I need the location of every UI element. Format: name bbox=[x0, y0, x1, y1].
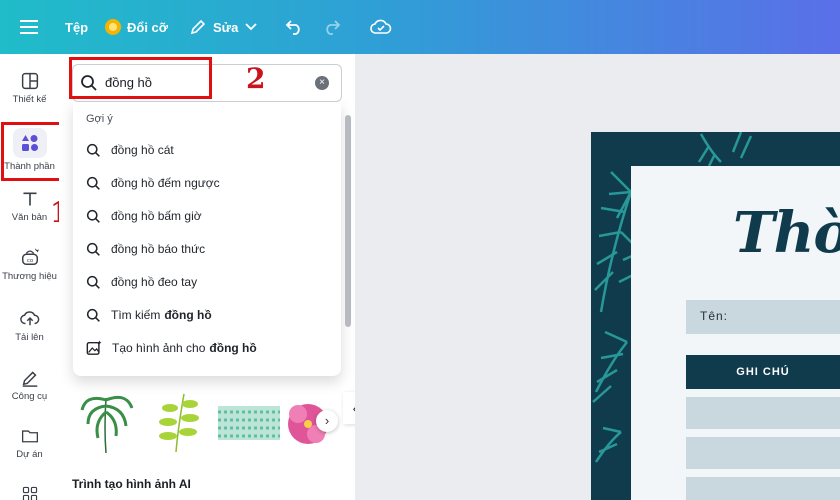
edit-label: Sửa bbox=[213, 19, 239, 35]
clear-search-button[interactable]: × bbox=[315, 76, 329, 90]
menu-button[interactable] bbox=[20, 0, 40, 54]
ai-image-icon bbox=[86, 340, 102, 355]
resize-button[interactable]: Đổi cỡ bbox=[105, 0, 168, 54]
design-notes-line[interactable] bbox=[686, 397, 840, 429]
rail-item-design[interactable]: Thiết kế bbox=[0, 72, 59, 105]
draw-tools-icon bbox=[22, 371, 37, 387]
undo-icon bbox=[285, 20, 300, 35]
search-icon bbox=[86, 209, 100, 223]
redo-button[interactable] bbox=[323, 0, 341, 54]
design-notes-line[interactable] bbox=[686, 437, 840, 469]
design-notes-header[interactable]: GHI CHÚ bbox=[686, 355, 840, 389]
suggestion-label: đồng hồ cát bbox=[111, 143, 174, 157]
suggestion-item[interactable]: đồng hồ báo thức bbox=[86, 239, 205, 259]
svg-text:co: co bbox=[26, 258, 33, 264]
palm-leaf-thumbnail[interactable] bbox=[80, 395, 134, 454]
rail-item-label: Công cụ bbox=[11, 391, 48, 402]
text-icon bbox=[22, 192, 37, 206]
suggestion-label: đồng hồ đeo tay bbox=[111, 275, 198, 289]
suggestion-item[interactable]: đồng hồ đếm ngược bbox=[86, 173, 220, 193]
dropdown-scrollbar[interactable] bbox=[345, 115, 351, 327]
suggestion-label: đồng hồ đếm ngược bbox=[111, 176, 220, 190]
apps-grid-icon bbox=[22, 486, 37, 500]
pencil-icon bbox=[190, 19, 206, 35]
save-status-button[interactable] bbox=[370, 0, 392, 54]
layout-icon bbox=[21, 72, 38, 90]
search-for-prefix: Tìm kiếm bbox=[111, 308, 161, 322]
chevron-right-icon: › bbox=[324, 413, 330, 428]
file-menu-button[interactable]: Tệp bbox=[65, 0, 88, 54]
folder-icon bbox=[21, 430, 38, 443]
resize-label: Đổi cỡ bbox=[127, 19, 169, 35]
search-icon bbox=[86, 143, 100, 157]
search-for-term: đồng hồ bbox=[164, 308, 212, 322]
design-title[interactable]: Thời bbox=[733, 200, 840, 266]
suggestion-item[interactable]: đồng hồ đeo tay bbox=[86, 272, 197, 292]
thumbnails-next-button[interactable]: › bbox=[316, 410, 338, 432]
close-icon: × bbox=[319, 77, 325, 88]
rail-item-label: Thiết kế bbox=[12, 94, 47, 105]
rail-item-uploads[interactable]: Tải lên bbox=[0, 308, 59, 343]
rail-item-apps[interactable] bbox=[0, 486, 59, 500]
rail-item-label: Thương hiệu bbox=[2, 271, 57, 282]
annotation-box-step-1 bbox=[1, 122, 67, 181]
search-icon bbox=[86, 275, 100, 289]
cloud-check-icon bbox=[370, 19, 392, 34]
rail-item-projects[interactable]: Dự án bbox=[0, 427, 59, 460]
upload-cloud-icon bbox=[19, 311, 39, 326]
rail-item-tools[interactable]: Công cụ bbox=[0, 367, 59, 402]
edit-menu-button[interactable]: Sửa bbox=[190, 0, 257, 54]
suggestion-label: đồng hồ bấm giờ bbox=[111, 209, 202, 223]
suggestion-item[interactable]: đồng hồ bấm giờ bbox=[86, 206, 202, 226]
undo-button[interactable] bbox=[285, 0, 303, 54]
top-toolbar: Tệp Đổi cỡ Sửa bbox=[0, 0, 840, 54]
hamburger-icon bbox=[20, 20, 38, 34]
annotation-box-step-2 bbox=[69, 57, 212, 99]
suggestion-label: đồng hồ báo thức bbox=[111, 242, 206, 256]
search-icon bbox=[86, 176, 100, 190]
pattern-banner-thumbnail[interactable] bbox=[218, 406, 280, 440]
suggestion-item[interactable]: đồng hồ cát bbox=[86, 140, 174, 160]
ai-image-generator-heading: Trình tạo hình ảnh AI bbox=[72, 477, 191, 491]
rail-item-brand[interactable]: co Thương hiệu bbox=[0, 247, 59, 282]
design-notes-line[interactable] bbox=[686, 477, 840, 500]
search-icon bbox=[86, 242, 100, 256]
search-icon bbox=[86, 308, 100, 322]
generate-image-term: đồng hồ bbox=[209, 341, 257, 355]
generate-image-prefix: Tạo hình ảnh cho bbox=[112, 341, 206, 355]
fern-leaf-thumbnail[interactable] bbox=[159, 393, 199, 453]
generate-image-item[interactable]: Tạo hình ảnh cho đồng hồ bbox=[86, 338, 257, 358]
search-for-term-item[interactable]: Tìm kiếm đồng hồ bbox=[86, 305, 212, 325]
element-thumbnails bbox=[76, 388, 336, 458]
rail-item-label: Dự án bbox=[16, 449, 43, 460]
redo-icon bbox=[326, 20, 341, 35]
rail-item-label: Tải lên bbox=[15, 332, 44, 343]
brand-icon: co bbox=[21, 248, 39, 265]
design-name-field[interactable]: Tên: bbox=[686, 300, 840, 334]
annotation-number-2: 2 bbox=[246, 62, 266, 95]
crown-icon bbox=[105, 19, 121, 35]
suggestions-heading: Gợi ý bbox=[86, 113, 113, 125]
rail-item-label: Văn bản bbox=[11, 212, 48, 223]
chevron-down-icon bbox=[245, 23, 257, 31]
